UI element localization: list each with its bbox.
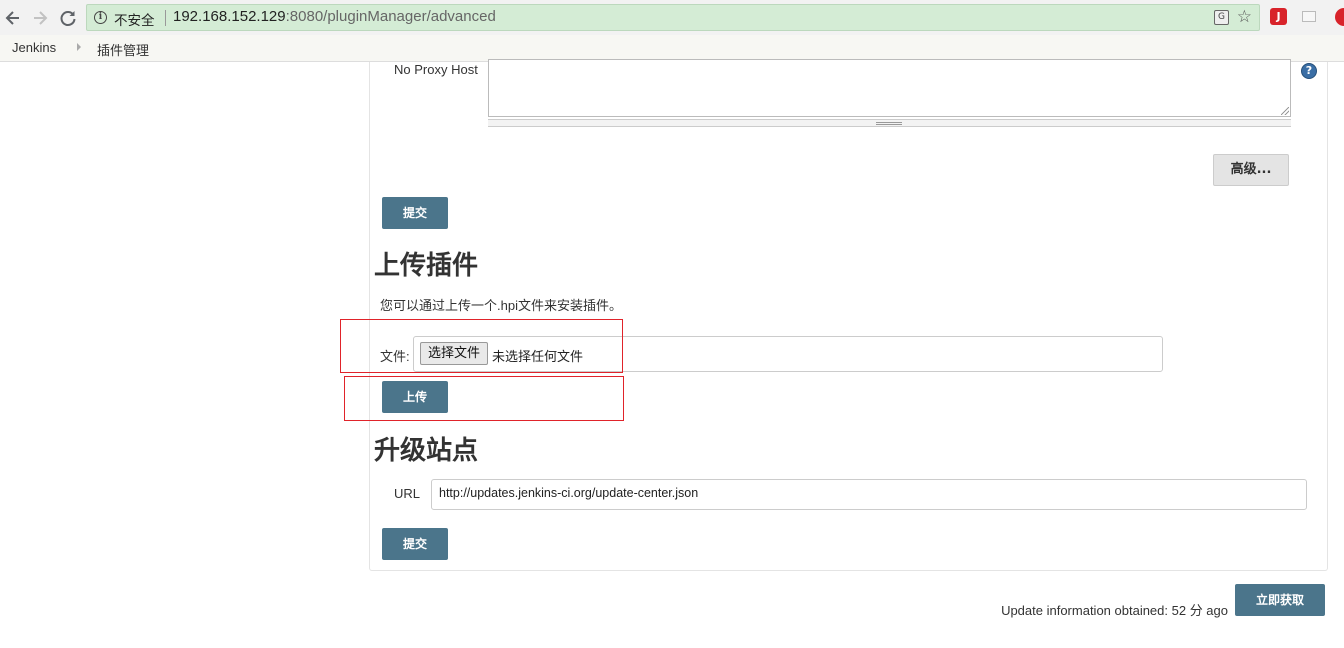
drag-grip-icon bbox=[876, 122, 902, 125]
update-info-text: Update information obtained: 52 分 ago bbox=[1001, 603, 1228, 618]
breadcrumb-plugin-manager[interactable]: 插件管理 bbox=[97, 40, 149, 59]
extension-icon[interactable] bbox=[1302, 11, 1316, 22]
annotation-box-upload bbox=[344, 376, 624, 421]
advanced-button[interactable]: 高级... bbox=[1213, 154, 1289, 186]
security-label[interactable]: 不安全 bbox=[114, 9, 155, 29]
no-proxy-host-label: No Proxy Host bbox=[394, 62, 478, 77]
url-path: :8080/pluginManager/advanced bbox=[285, 8, 496, 25]
info-icon[interactable]: i bbox=[94, 11, 107, 24]
update-site-url-input[interactable]: http://updates.jenkins-ci.org/update-cen… bbox=[431, 479, 1307, 510]
textarea-drag-bar[interactable] bbox=[488, 119, 1291, 127]
update-site-submit-button[interactable]: 提交 bbox=[382, 528, 448, 560]
reload-icon[interactable] bbox=[57, 7, 79, 29]
proxy-submit-button[interactable]: 提交 bbox=[382, 197, 448, 229]
resize-handle-icon[interactable] bbox=[1281, 107, 1289, 115]
upload-plugin-title: 上传插件 bbox=[374, 251, 479, 281]
extension-icon[interactable]: J bbox=[1270, 8, 1287, 25]
help-icon[interactable]: ? bbox=[1301, 63, 1317, 79]
breadcrumb-jenkins[interactable]: Jenkins bbox=[12, 40, 56, 55]
star-icon[interactable]: ☆ bbox=[1237, 7, 1252, 27]
upload-description: 您可以通过上传一个.hpi文件来安装插件。 bbox=[380, 298, 622, 313]
update-site-title: 升级站点 bbox=[374, 436, 479, 466]
forward-arrow-icon[interactable] bbox=[29, 7, 51, 29]
browser-toolbar: i 不安全 192.168.152.129:8080/pluginManager… bbox=[0, 0, 1344, 35]
fetch-now-button[interactable]: 立即获取 bbox=[1235, 584, 1325, 616]
translate-icon[interactable]: G bbox=[1214, 10, 1229, 25]
breadcrumb: Jenkins 插件管理 bbox=[0, 35, 1344, 62]
url-label: URL bbox=[394, 486, 421, 501]
annotation-box-file bbox=[340, 319, 623, 373]
back-arrow-icon[interactable] bbox=[2, 7, 24, 29]
no-proxy-host-textarea[interactable] bbox=[488, 59, 1291, 117]
url-host: 192.168.152.129 bbox=[173, 8, 286, 25]
address-bar[interactable]: i 不安全 192.168.152.129:8080/pluginManager… bbox=[86, 4, 1260, 31]
url-text[interactable]: 192.168.152.129:8080/pluginManager/advan… bbox=[173, 8, 496, 25]
breadcrumb-separator-icon[interactable] bbox=[77, 43, 81, 51]
extension-icon[interactable] bbox=[1335, 8, 1344, 26]
omnibox-divider bbox=[165, 10, 166, 26]
